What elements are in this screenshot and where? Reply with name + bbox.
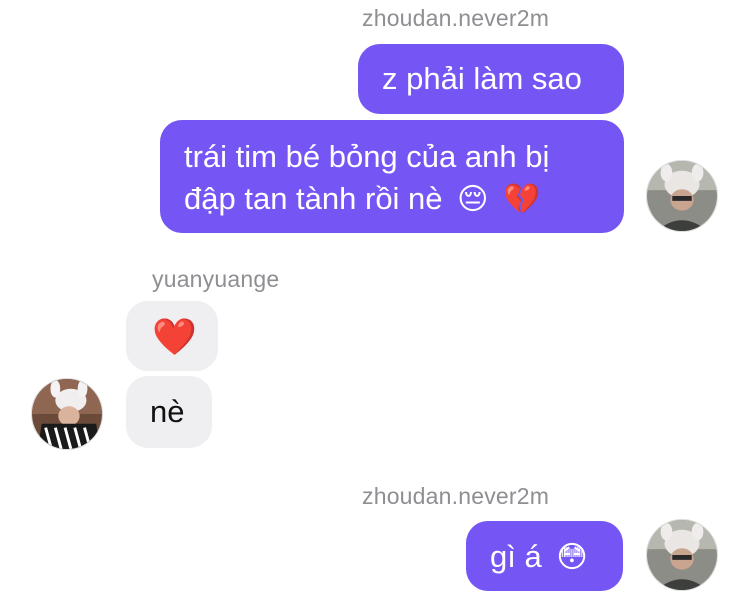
message-bubble-incoming[interactable]: ❤️ [126,301,218,371]
avatar-zhoudan[interactable] [646,519,718,591]
message-text: z phải làm sao [382,61,582,96]
message-bubble-outgoing[interactable]: z phải làm sao [358,44,624,114]
avatar-zhoudan[interactable] [646,160,718,232]
red-heart-emoji: ❤️ [152,316,197,357]
user-avatar-photo-icon [647,520,717,590]
user-avatar-photo-icon [32,379,102,449]
broken-heart-emoji: 💔 [503,183,541,216]
sender-name-zhoudan[interactable]: zhoudan.never2m [362,5,549,32]
message-bubble-incoming[interactable]: nè [126,376,212,448]
user-avatar-photo-icon [647,161,717,231]
message-text: gì á [490,539,542,574]
pensive-face-emoji: 😔 [457,183,489,216]
message-text-line: đập tan tành rồi nè 😔 💔 [184,178,624,221]
message-text: nè [150,394,185,429]
message-bubble-outgoing[interactable]: trái tim bé bỏng của anh bị đập tan tành… [160,120,624,233]
message-bubble-outgoing[interactable]: gì á 😳 [466,521,623,591]
flushed-face-emoji: 😳 [556,541,588,574]
sender-name-zhoudan[interactable]: zhoudan.never2m [362,483,549,510]
message-text: đập tan tành rồi nè [184,181,443,216]
avatar-yuanyuange[interactable] [31,378,103,450]
message-text-line: trái tim bé bỏng của anh bị [184,139,550,174]
sender-name-yuanyuange[interactable]: yuanyuange [152,266,279,293]
